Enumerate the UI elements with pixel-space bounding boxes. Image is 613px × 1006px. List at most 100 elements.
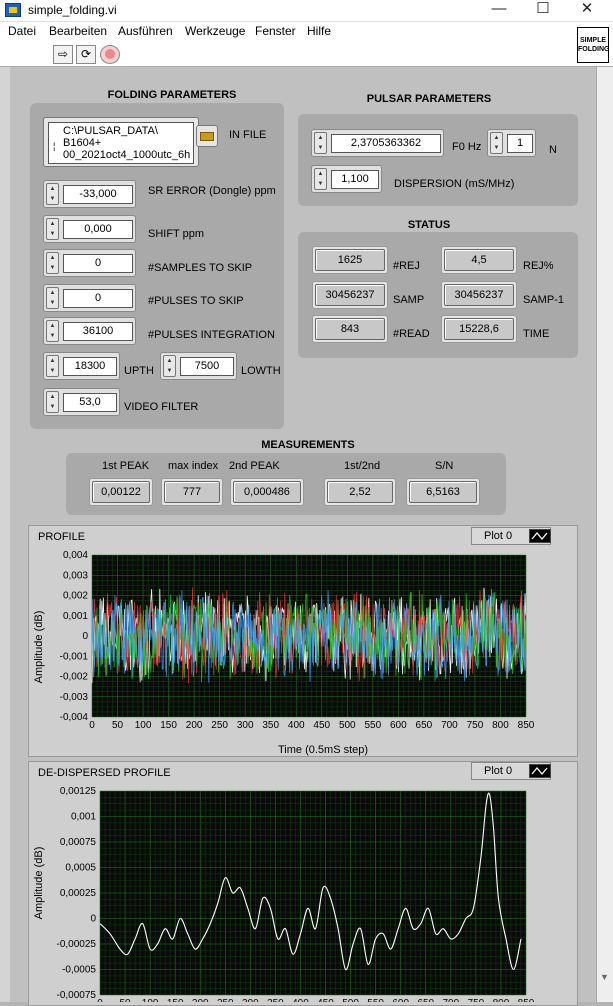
status-title: STATUS	[407, 219, 451, 231]
first-peak-value: 0,00122	[92, 481, 150, 503]
vertical-scrollbar[interactable]: ▼	[596, 67, 613, 1002]
dedispersed-xtick: 850	[518, 998, 535, 1002]
close-button[interactable]: ✕	[568, 0, 606, 20]
upth-stepper[interactable]: ▲ ▼	[46, 355, 59, 377]
upth-control[interactable]: ▲ ▼ 18300	[43, 352, 120, 380]
dedispersed-chart: 0 50 100 150 200 250 300 350 400 450 500 550 600 650 7…	[57, 786, 535, 1002]
time-label: TIME	[523, 328, 550, 340]
profile-xtick: 650	[416, 720, 433, 731]
read-value: 843	[315, 318, 385, 340]
dedispersed-xtick: 250	[217, 998, 234, 1002]
video-filter-control[interactable]: ▲ ▼ 53,0	[43, 388, 120, 416]
pulses-skip-control[interactable]: ▲ ▼ 0	[43, 284, 136, 312]
minimize-button[interactable]: —	[480, 0, 518, 20]
menu-bearbeiten[interactable]: Bearbeiten	[49, 24, 107, 38]
in-file-path-control[interactable]: C:\PULSAR_DATA\ B1604+ 00_2021oct4_1000u…	[43, 117, 199, 167]
sr-error-control[interactable]: ▲ ▼ -33,000	[43, 180, 136, 208]
shift-value[interactable]: 0,000	[63, 219, 133, 239]
pulses-integration-value[interactable]: 36100	[63, 321, 133, 341]
samples-skip-control[interactable]: ▲ ▼ 0	[43, 249, 136, 277]
dedispersed-xtick: 0	[97, 998, 103, 1002]
profile-xtick: 400	[288, 720, 305, 731]
f0-control[interactable]: ▲ ▼ 2,3705363362	[311, 129, 444, 157]
menu-werkzeuge[interactable]: Werkzeuge	[185, 24, 245, 38]
dedispersed-legend-line-icon	[529, 764, 551, 778]
first-peak-label: 1st PEAK	[102, 460, 150, 472]
front-panel: FOLDING PARAMETERS C:\PULSAR_DATA\ B1604…	[10, 67, 596, 1006]
browse-folder-icon[interactable]	[196, 125, 218, 147]
pulses-integration-control[interactable]: ▲ ▼ 36100	[43, 317, 136, 345]
menu-datei[interactable]: Datei	[8, 24, 36, 38]
dedispersed-ytick: 0,00075	[60, 837, 97, 848]
profile-ytick: -0,001	[60, 651, 89, 662]
profile-xtick: 800	[492, 720, 509, 731]
sr-error-value[interactable]: -33,000	[63, 184, 133, 204]
pulses-integration-label: #PULSES INTEGRATION	[148, 329, 275, 341]
profile-xtick: 250	[211, 720, 228, 731]
f0-stepper[interactable]: ▲ ▼	[314, 132, 327, 154]
samp-value: 30456237	[315, 284, 385, 306]
dedispersed-xtick: 100	[142, 998, 159, 1002]
lowth-control[interactable]: ▲ ▼ 7500	[160, 352, 237, 380]
menu-ausfuehren[interactable]: Ausführen	[118, 24, 173, 38]
video-filter-stepper[interactable]: ▲ ▼	[46, 391, 59, 413]
abort-icon[interactable]	[100, 45, 120, 64]
dispersion-label: DISPERSION (mS/MHz)	[394, 178, 515, 190]
toolbar: ⇨ ⟳	[0, 41, 613, 67]
pulses-skip-value[interactable]: 0	[63, 288, 133, 308]
dispersion-stepper[interactable]: ▲ ▼	[314, 168, 327, 190]
profile-ytick: 0	[82, 631, 88, 642]
read-label: #READ	[393, 328, 430, 340]
sr-error-stepper[interactable]: ▲ ▼	[46, 183, 59, 205]
pulses-integration-stepper[interactable]: ▲ ▼	[46, 320, 59, 342]
window-title: simple_folding.vi	[28, 3, 117, 17]
maximize-button[interactable]: ☐	[524, 0, 562, 20]
profile-xtick: 200	[186, 720, 203, 731]
profile-xtick: 100	[135, 720, 152, 731]
n-value[interactable]: 1	[507, 133, 533, 153]
samp1-indicator: 30456237	[441, 281, 517, 309]
f0-value[interactable]: 2,3705363362	[331, 133, 441, 153]
pulsar-parameters-title: PULSAR PARAMETERS	[366, 93, 492, 105]
video-filter-value[interactable]: 53,0	[63, 392, 117, 412]
lowth-stepper[interactable]: ▲ ▼	[163, 355, 176, 377]
in-file-label: IN FILE	[229, 129, 267, 141]
second-peak-value: 0,000486	[233, 481, 301, 503]
sr-error-label: SR ERROR (Dongle) ppm	[148, 185, 276, 197]
dedispersed-xtick: 200	[192, 998, 209, 1002]
in-file-path-line1: C:\PULSAR_DATA\	[63, 125, 158, 137]
upth-value[interactable]: 18300	[63, 356, 117, 376]
max-index-label: max index	[168, 460, 219, 472]
sn-indicator: 6,5163	[406, 478, 480, 506]
time-indicator: 15228,6	[441, 315, 517, 343]
vi-icon: SIMPLE FOLDING	[577, 27, 610, 63]
run-continuously-icon[interactable]: ⟳	[76, 45, 96, 64]
profile-title: PROFILE	[38, 531, 86, 543]
measurements-title: MEASUREMENTS	[261, 439, 355, 451]
in-file-path-line2: B1604+	[63, 137, 102, 149]
dedispersed-xtick: 350	[267, 998, 284, 1002]
n-stepper[interactable]: ▲ ▼	[490, 132, 503, 154]
lowth-value[interactable]: 7500	[180, 356, 234, 376]
run-arrow-icon[interactable]: ⇨	[53, 45, 73, 64]
menu-fenster[interactable]: Fenster	[255, 24, 296, 38]
samples-skip-value[interactable]: 0	[63, 253, 133, 273]
dispersion-value[interactable]: 1,100	[331, 169, 379, 189]
menu-hilfe[interactable]: Hilfe	[307, 24, 331, 38]
shift-control[interactable]: ▲ ▼ 0,000	[43, 215, 136, 243]
menu-bar: Datei Bearbeiten Ausführen Werkzeuge Fen…	[0, 22, 613, 41]
scroll-down-arrow-icon[interactable]: ▼	[600, 972, 609, 982]
shift-stepper[interactable]: ▲ ▼	[46, 218, 59, 240]
dedispersed-xtick: 400	[292, 998, 309, 1002]
profile-xtick: 850	[518, 720, 535, 731]
dedispersed-ytick: -0,00025	[57, 939, 97, 950]
dispersion-control[interactable]: ▲ ▼ 1,100	[311, 165, 382, 193]
dedispersed-title: DE-DISPERSED PROFILE	[38, 767, 171, 779]
pulses-skip-label: #PULSES TO SKIP	[148, 295, 244, 307]
second-peak-indicator: 0,000486	[230, 478, 304, 506]
video-filter-label: VIDEO FILTER	[124, 401, 199, 413]
second-peak-label: 2nd PEAK	[229, 460, 280, 472]
n-control[interactable]: ▲ ▼ 1	[487, 129, 536, 157]
pulses-skip-stepper[interactable]: ▲ ▼	[46, 287, 59, 309]
samples-skip-stepper[interactable]: ▲ ▼	[46, 252, 59, 274]
